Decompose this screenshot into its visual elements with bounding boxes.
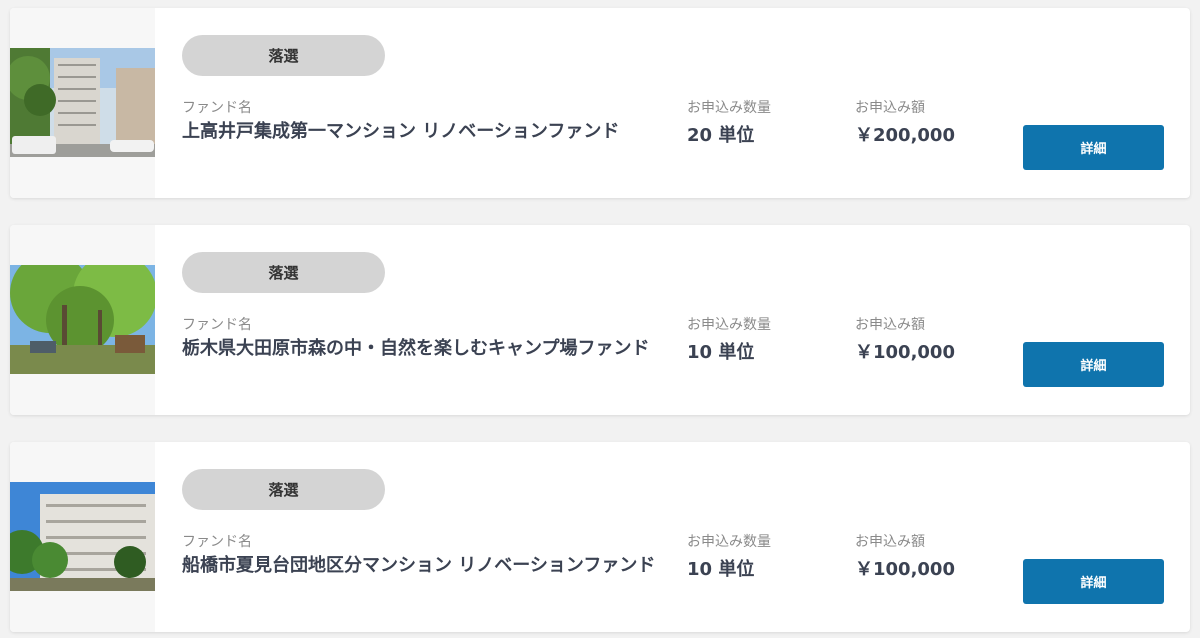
detail-button[interactable]: 詳細 xyxy=(1023,125,1164,170)
fund-name-label: ファンド名 xyxy=(182,100,252,116)
quantity-value: 20 単位 xyxy=(687,125,755,146)
forest-campsite-photo xyxy=(10,265,155,374)
status-badge: 落選 xyxy=(182,252,385,293)
fund-thumbnail xyxy=(10,482,155,591)
fund-name: 栃木県大田原市森の中・自然を楽しむキャンプ場ファンド xyxy=(182,338,650,359)
fund-card: 落選 ファンド名 上高井戸集成第一マンション リノベーションファンド お申込み数… xyxy=(10,8,1190,198)
fund-card: 落選 ファンド名 船橋市夏見台団地区分マンション リノベーションファンド お申込… xyxy=(10,442,1190,632)
detail-button[interactable]: 詳細 xyxy=(1023,559,1164,604)
thumbnail-column xyxy=(10,442,155,632)
fund-card: 落選 ファンド名 栃木県大田原市森の中・自然を楽しむキャンプ場ファンド お申込み… xyxy=(10,225,1190,415)
apartment-photo xyxy=(10,48,155,157)
fund-name: 船橋市夏見台団地区分マンション リノベーションファンド xyxy=(182,555,656,576)
fund-name-label: ファンド名 xyxy=(182,317,252,333)
fund-name: 上高井戸集成第一マンション リノベーションファンド xyxy=(182,121,620,142)
amount-label: お申込み額 xyxy=(855,534,925,550)
quantity-label: お申込み数量 xyxy=(687,317,771,333)
fund-thumbnail xyxy=(10,265,155,374)
status-badge: 落選 xyxy=(182,469,385,510)
application-history-list: 落選 ファンド名 上高井戸集成第一マンション リノベーションファンド お申込み数… xyxy=(0,0,1200,638)
amount-value: ￥100,000 xyxy=(855,559,955,580)
fund-thumbnail xyxy=(10,48,155,157)
amount-value: ￥100,000 xyxy=(855,342,955,363)
amount-label: お申込み額 xyxy=(855,317,925,333)
status-badge: 落選 xyxy=(182,35,385,76)
quantity-value: 10 単位 xyxy=(687,342,755,363)
thumbnail-column xyxy=(10,225,155,415)
fund-name-label: ファンド名 xyxy=(182,534,252,550)
quantity-label: お申込み数量 xyxy=(687,534,771,550)
housing-complex-photo xyxy=(10,482,155,591)
thumbnail-column xyxy=(10,8,155,198)
quantity-value: 10 単位 xyxy=(687,559,755,580)
quantity-label: お申込み数量 xyxy=(687,100,771,116)
detail-button[interactable]: 詳細 xyxy=(1023,342,1164,387)
amount-value: ￥200,000 xyxy=(855,125,955,146)
amount-label: お申込み額 xyxy=(855,100,925,116)
